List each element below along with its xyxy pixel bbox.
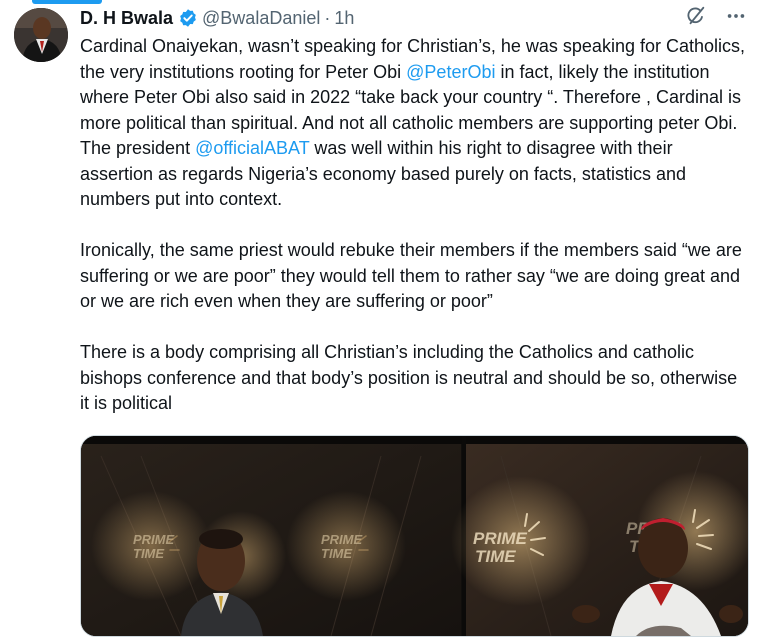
media-logo-mid-2: TIME — [321, 546, 352, 561]
media-logo-right-1: PRIME — [473, 529, 528, 548]
avatar[interactable] — [14, 8, 68, 62]
tweet-text: Cardinal Onaiyekan, wasn’t speaking for … — [80, 34, 750, 417]
mention-link[interactable]: @PeterObi — [406, 62, 495, 82]
author-handle[interactable]: @BwalaDaniel — [202, 8, 320, 29]
tweet-text-segment: Ironically, the same priest would rebuke… — [80, 240, 742, 311]
header-actions — [684, 4, 748, 28]
media-logo-left-2: TIME — [133, 546, 164, 561]
more-icon[interactable] — [724, 4, 748, 28]
verified-badge-icon — [178, 8, 198, 28]
tweet-paragraph: There is a body comprising all Christian… — [80, 340, 750, 417]
media-logo-left-1: PRIME — [133, 532, 175, 547]
author-name[interactable]: D. H Bwala — [80, 8, 173, 29]
media-logo-mid-1: PRIME — [321, 532, 363, 547]
mention-link[interactable]: @officialABAT — [195, 138, 309, 158]
tweet-header: D. H Bwala @BwalaDaniel · 1h — [80, 6, 354, 30]
tweet-text-segment: There is a body comprising all Christian… — [80, 342, 738, 413]
tweet-paragraph: Cardinal Onaiyekan, wasn’t speaking for … — [80, 34, 750, 213]
tweet-paragraph: Ironically, the same priest would rebuke… — [80, 238, 750, 315]
separator-dot: · — [324, 7, 331, 28]
grok-icon[interactable] — [684, 4, 708, 28]
tweet-media-image[interactable]: PRIME TIME PRIME TIME PRIME TIME PRIME T… — [80, 435, 749, 637]
media-logo-right-2: TIME — [475, 547, 516, 566]
top-indicator-line — [32, 0, 102, 4]
timestamp[interactable]: 1h — [334, 8, 354, 29]
